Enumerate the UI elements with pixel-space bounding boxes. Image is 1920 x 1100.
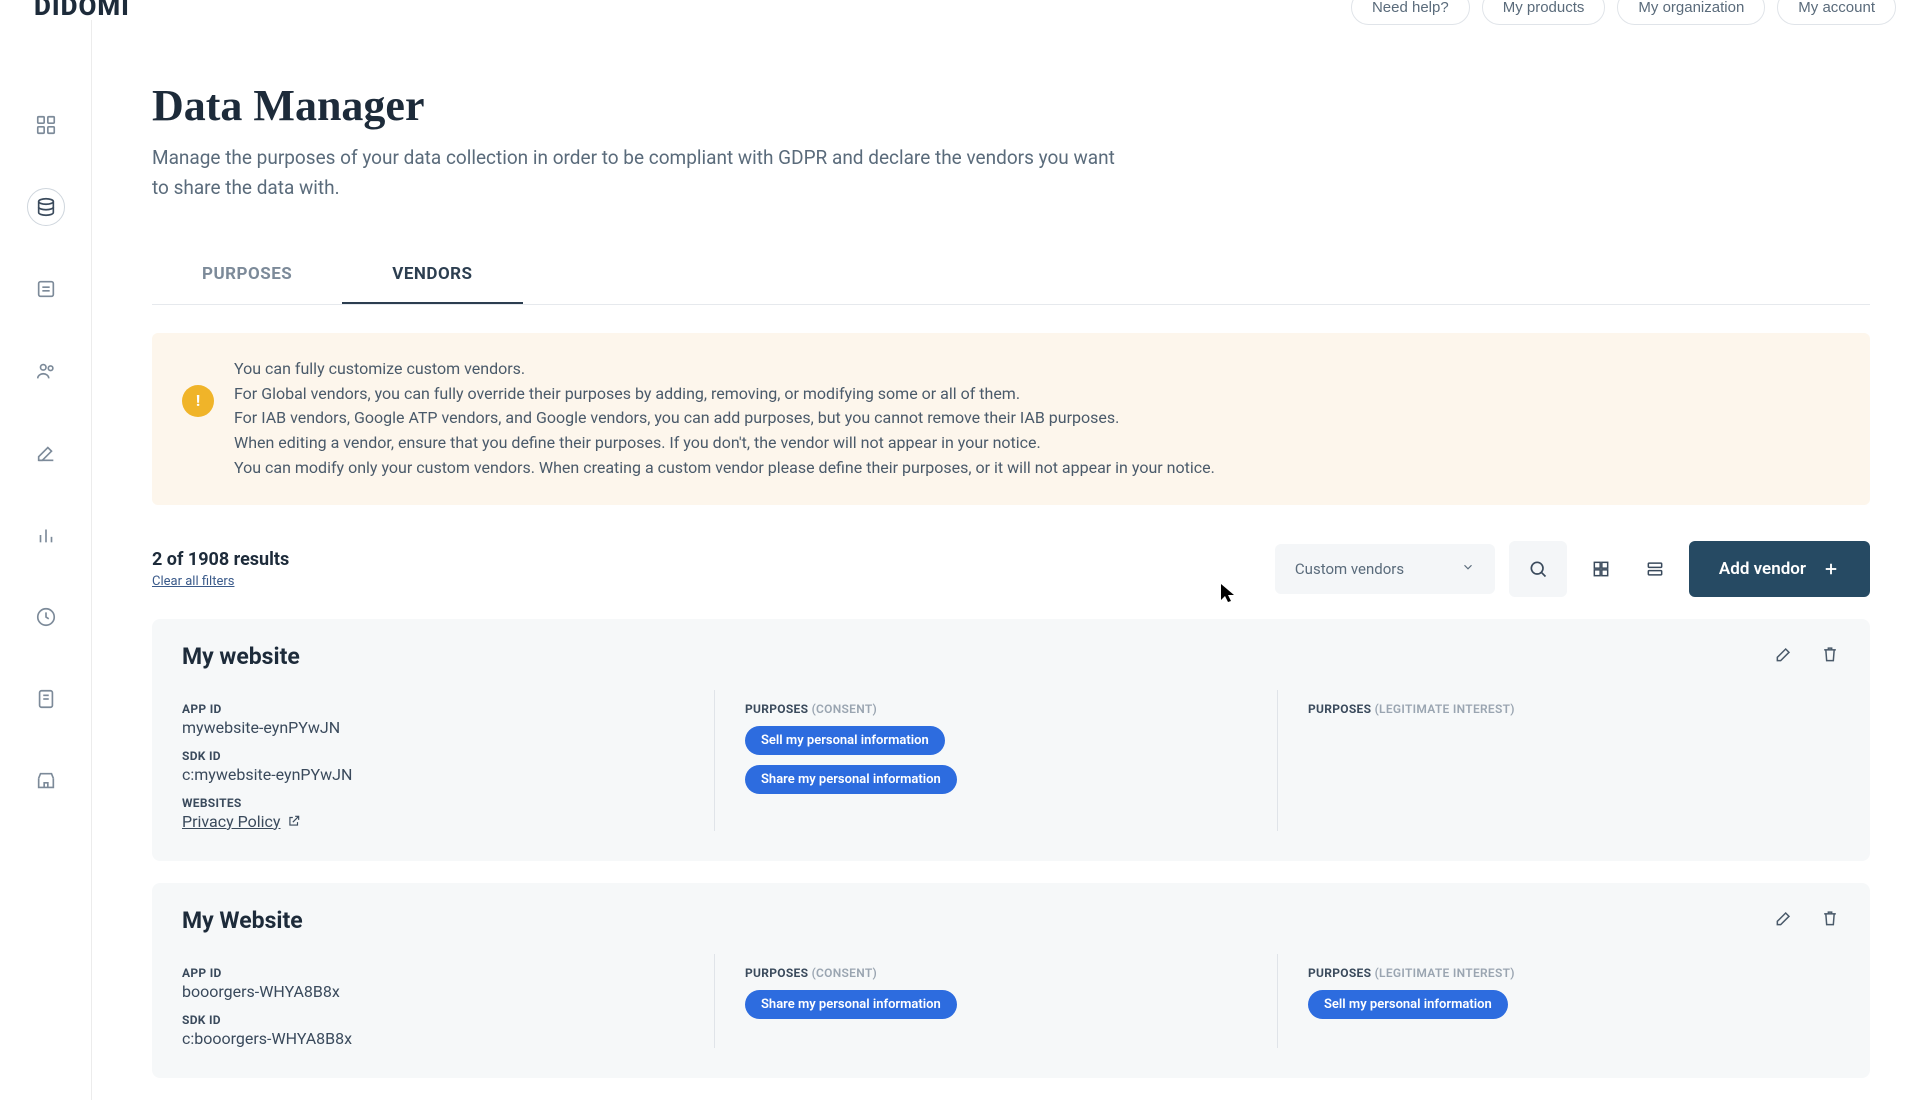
purpose-chip[interactable]: Sell my personal information xyxy=(1308,990,1508,1019)
results-count: 2 of 1908 results xyxy=(152,549,289,570)
search-button[interactable] xyxy=(1509,541,1567,597)
privacy-policy-link[interactable]: Privacy Policy xyxy=(182,812,301,831)
edit-button[interactable] xyxy=(1774,908,1794,932)
page-description: Manage the purposes of your data collect… xyxy=(152,143,1122,204)
my-products-button[interactable]: My products xyxy=(1482,0,1606,25)
warning-icon: ! xyxy=(182,385,214,417)
edit-button[interactable] xyxy=(1774,644,1794,668)
sidebar-dashboard-icon[interactable] xyxy=(27,106,65,144)
app-id-label: APP ID xyxy=(182,966,684,980)
app-id-value: booorgers-WHYA8B8x xyxy=(182,982,684,1001)
sidebar-users-icon[interactable] xyxy=(27,352,65,390)
purpose-chip[interactable]: Sell my personal information xyxy=(745,726,945,755)
tabs: PURPOSES VENDORS xyxy=(152,246,1870,305)
sidebar-data-manager-icon[interactable] xyxy=(27,188,65,226)
my-account-button[interactable]: My account xyxy=(1777,0,1896,25)
tab-vendors[interactable]: VENDORS xyxy=(342,246,522,304)
app-id-value: mywebsite-eynPYwJN xyxy=(182,718,684,737)
need-help-button[interactable]: Need help? xyxy=(1351,0,1470,25)
brand-logo: DIDOMI xyxy=(34,0,130,22)
delete-button[interactable] xyxy=(1820,908,1840,932)
list-view-button[interactable] xyxy=(1635,549,1675,589)
sidebar-versions-icon[interactable] xyxy=(27,598,65,636)
vendor-filter-select[interactable]: Custom vendors xyxy=(1275,544,1495,594)
add-vendor-button[interactable]: Add vendor xyxy=(1689,541,1870,597)
sdk-id-value: c:mywebsite-eynPYwJN xyxy=(182,765,684,784)
sidebar xyxy=(0,20,92,1100)
filter-value: Custom vendors xyxy=(1295,560,1404,578)
delete-button[interactable] xyxy=(1820,644,1840,668)
sidebar-marketplace-icon[interactable] xyxy=(27,762,65,800)
purpose-chip[interactable]: Share my personal information xyxy=(745,765,957,794)
page-title: Data Manager xyxy=(152,80,1870,131)
grid-view-button[interactable] xyxy=(1581,549,1621,589)
sidebar-reports-icon[interactable] xyxy=(27,680,65,718)
vendor-title: My Website xyxy=(182,907,303,934)
purposes-consent-label: PURPOSES (CONSENT) xyxy=(745,702,1247,716)
purposes-consent-label: PURPOSES (CONSENT) xyxy=(745,966,1247,980)
sidebar-analytics-icon[interactable] xyxy=(27,516,65,554)
info-text: You can fully customize custom vendors. … xyxy=(234,357,1215,481)
vendor-card: My Website APP ID booorgers-WHYA8B8x SDK ID… xyxy=(152,883,1870,1078)
sidebar-edit-icon[interactable] xyxy=(27,434,65,472)
sdk-id-label: SDK ID xyxy=(182,749,684,763)
websites-label: WEBSITES xyxy=(182,796,684,810)
purpose-chip[interactable]: Share my personal information xyxy=(745,990,957,1019)
sdk-id-value: c:booorgers-WHYA8B8x xyxy=(182,1029,684,1048)
plus-icon xyxy=(1822,560,1840,578)
chevron-down-icon xyxy=(1461,560,1475,578)
tab-purposes[interactable]: PURPOSES xyxy=(152,246,342,304)
sdk-id-label: SDK ID xyxy=(182,1013,684,1027)
sidebar-notices-icon[interactable] xyxy=(27,270,65,308)
my-organization-button[interactable]: My organization xyxy=(1617,0,1765,25)
vendor-title: My website xyxy=(182,643,300,670)
purposes-legit-label: PURPOSES (LEGITIMATE INTEREST) xyxy=(1308,966,1810,980)
info-banner: ! You can fully customize custom vendors… xyxy=(152,333,1870,505)
purposes-legit-label: PURPOSES (LEGITIMATE INTEREST) xyxy=(1308,702,1810,716)
vendor-card: My website APP ID mywebsite-eynPYwJN SDK ID… xyxy=(152,619,1870,861)
app-id-label: APP ID xyxy=(182,702,684,716)
clear-filters-link[interactable]: Clear all filters xyxy=(152,574,234,589)
